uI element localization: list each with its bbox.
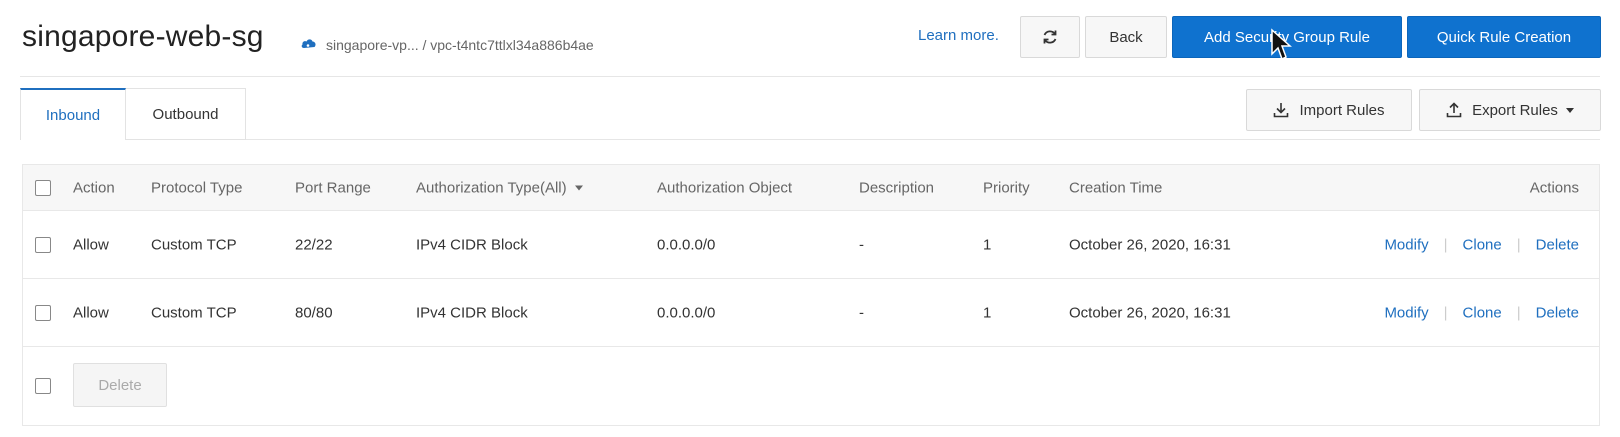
page-title: singapore-web-sg — [22, 20, 264, 53]
export-rules-button[interactable]: Export Rules — [1419, 89, 1601, 131]
vpc-breadcrumb[interactable]: singapore-vp... / vpc-t4ntc7ttlxl34a886b… — [326, 37, 594, 53]
row-select-cell — [35, 236, 51, 253]
footer-select-cell — [35, 378, 51, 394]
modify-link[interactable]: Modify — [1384, 304, 1428, 321]
import-rules-label: Import Rules — [1299, 101, 1385, 119]
clone-link[interactable]: Clone — [1463, 304, 1502, 321]
quick-rule-creation-button[interactable]: Quick Rule Creation — [1407, 16, 1601, 58]
rule-port-range: 80/80 — [295, 304, 333, 321]
refresh-button[interactable] — [1020, 16, 1080, 58]
row-checkbox[interactable] — [35, 304, 51, 321]
rule-protocol: Custom TCP — [151, 304, 237, 321]
rule-description: - — [859, 236, 864, 253]
rule-auth-type: IPv4 CIDR Block — [416, 304, 528, 321]
col-header-priority: Priority — [983, 179, 1030, 196]
rule-creation-time: October 26, 2020, 16:31 — [1069, 236, 1231, 253]
rule-protocol: Custom TCP — [151, 236, 237, 253]
col-header-auth-type-filter[interactable]: Authorization Type(All) — [416, 179, 583, 196]
rule-action: Allow — [73, 304, 109, 321]
separator: | — [1443, 304, 1448, 321]
col-header-port-range: Port Range — [295, 179, 371, 196]
col-header-description: Description — [859, 179, 935, 196]
table-row: Allow Custom TCP 22/22 IPv4 CIDR Block 0… — [23, 211, 1599, 279]
col-header-auth-type: Authorization Type(All) — [416, 179, 567, 196]
col-header-actions: Actions — [1529, 179, 1579, 196]
rule-creation-time: October 26, 2020, 16:31 — [1069, 304, 1231, 321]
rule-action: Allow — [73, 236, 109, 253]
footer-select-checkbox[interactable] — [35, 378, 51, 394]
rule-priority: 1 — [983, 304, 992, 321]
tab-inbound[interactable]: Inbound — [20, 88, 126, 140]
select-all-cell — [35, 179, 51, 196]
col-header-action: Action — [73, 179, 115, 196]
rule-auth-object: 0.0.0.0/0 — [657, 304, 716, 321]
rule-auth-type: IPv4 CIDR Block — [416, 236, 528, 253]
row-select-cell — [35, 304, 51, 321]
learn-more-link[interactable]: Learn more. — [918, 27, 999, 44]
chevron-down-icon — [1565, 107, 1574, 113]
rule-description: - — [859, 304, 864, 321]
col-header-protocol: Protocol Type — [151, 179, 243, 196]
page-header: singapore-web-sg singapore-vp... / vpc-t… — [0, 0, 1620, 78]
mouse-pointer-icon — [1271, 28, 1292, 61]
table-footer: Delete — [23, 347, 1599, 425]
refresh-icon — [1043, 30, 1057, 44]
delete-link[interactable]: Delete — [1536, 236, 1579, 253]
rule-actions: Modify | Clone | Delete — [1384, 236, 1579, 253]
separator: | — [1443, 236, 1448, 253]
row-checkbox[interactable] — [35, 236, 51, 253]
clone-link[interactable]: Clone — [1463, 236, 1502, 253]
col-header-creation-time: Creation Time — [1069, 179, 1163, 196]
security-rules-table: Action Protocol Type Port Range Authoriz… — [22, 164, 1600, 426]
table-header-row: Action Protocol Type Port Range Authoriz… — [23, 165, 1599, 211]
header-divider — [20, 76, 1600, 77]
tab-underline — [246, 139, 1600, 140]
export-rules-label: Export Rules — [1472, 101, 1558, 119]
rule-auth-object: 0.0.0.0/0 — [657, 236, 716, 253]
download-icon — [1274, 103, 1289, 118]
rule-port-range: 22/22 — [295, 236, 333, 253]
separator: | — [1516, 236, 1521, 253]
upload-icon — [1446, 102, 1462, 118]
tab-outbound[interactable]: Outbound — [126, 88, 246, 140]
modify-link[interactable]: Modify — [1384, 236, 1428, 253]
vpc-cloud-icon — [301, 39, 316, 48]
col-header-auth-object: Authorization Object — [657, 179, 793, 196]
bulk-delete-button[interactable]: Delete — [73, 363, 167, 407]
chevron-down-icon — [574, 185, 583, 191]
separator: | — [1516, 304, 1521, 321]
delete-link[interactable]: Delete — [1536, 304, 1579, 321]
select-all-checkbox[interactable] — [35, 179, 51, 196]
import-rules-button[interactable]: Import Rules — [1246, 89, 1412, 131]
back-button[interactable]: Back — [1085, 16, 1167, 58]
rule-actions: Modify | Clone | Delete — [1384, 304, 1579, 321]
rule-priority: 1 — [983, 236, 992, 253]
table-row: Allow Custom TCP 80/80 IPv4 CIDR Block 0… — [23, 279, 1599, 347]
